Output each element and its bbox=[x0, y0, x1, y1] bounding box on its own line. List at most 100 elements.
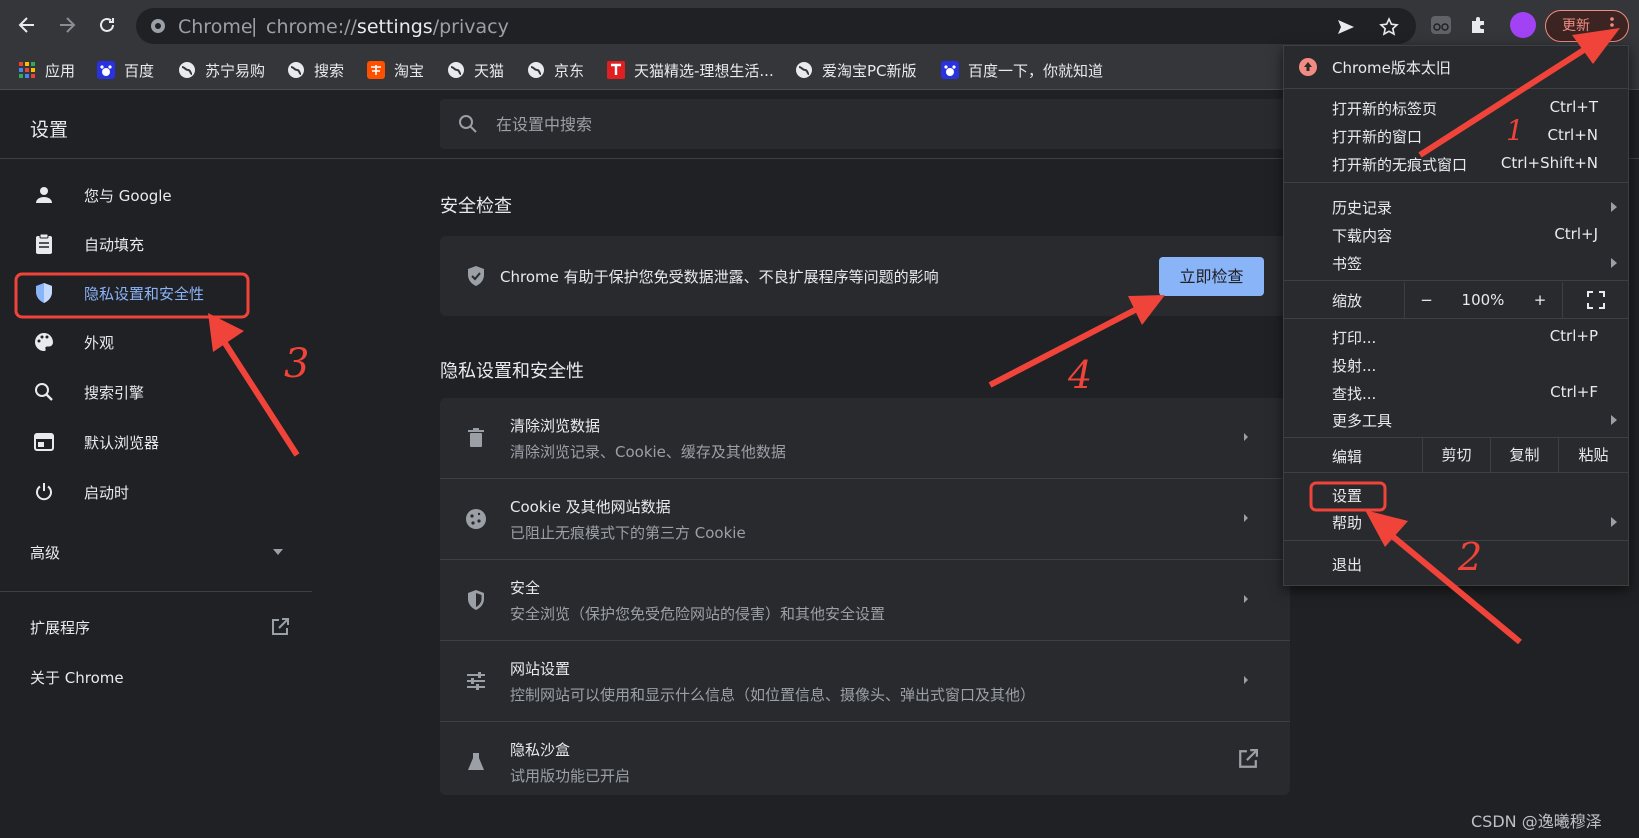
chrome-site-icon bbox=[151, 19, 165, 33]
bookmark-tmall[interactable]: 天猫 bbox=[447, 59, 504, 81]
menu-history[interactable]: 历史记录 bbox=[1284, 193, 1628, 221]
sidebar-advanced-toggle[interactable]: 高级 bbox=[0, 530, 290, 574]
privacy-row-privacy-sandbox[interactable]: 隐私沙盒 试用版功能已开启 bbox=[440, 722, 1290, 795]
sidebar-item-default-browser[interactable]: 默认浏览器 bbox=[16, 420, 306, 464]
page-title: 设置 bbox=[30, 119, 69, 141]
update-button[interactable]: 更新 bbox=[1545, 10, 1629, 42]
menu-new-incognito-window[interactable]: 打开新的无痕式窗口 Ctrl+Shift+N bbox=[1284, 150, 1628, 178]
annotation-arrow-4 bbox=[988, 307, 1137, 388]
menu-exit[interactable]: 退出 bbox=[1284, 550, 1628, 578]
reading-mode-icon[interactable] bbox=[1428, 12, 1454, 38]
menu-separator bbox=[1284, 318, 1628, 319]
menu-new-tab[interactable]: 打开新的标签页 Ctrl+T bbox=[1284, 94, 1628, 122]
shield-outline-icon bbox=[464, 588, 488, 612]
menu-find[interactable]: 查找... Ctrl+F bbox=[1284, 379, 1628, 407]
omnibox-origin: Chrome bbox=[178, 16, 253, 38]
sidebar-item-autofill[interactable]: 自动填充 bbox=[16, 222, 306, 266]
cookie-icon bbox=[464, 507, 488, 531]
cut-button[interactable]: 剪切 bbox=[1422, 438, 1490, 472]
back-button[interactable] bbox=[12, 10, 42, 40]
safety-check-description: Chrome 有助于保护您免受数据泄露、不良扩展程序等问题的影响 bbox=[500, 268, 939, 286]
sidebar-item-about-chrome[interactable]: 关于 Chrome bbox=[0, 655, 290, 699]
globe-icon bbox=[179, 62, 195, 78]
profile-avatar[interactable] bbox=[1510, 12, 1536, 38]
send-icon[interactable] bbox=[1336, 17, 1356, 37]
menu-cast[interactable]: 投射... bbox=[1284, 351, 1628, 379]
paste-button[interactable]: 粘贴 bbox=[1558, 438, 1628, 472]
privacy-card: 清除浏览数据 清除浏览记录、Cookie、缓存及其他数据 Cookie 及其他网… bbox=[440, 398, 1290, 795]
zoom-out-button[interactable]: − bbox=[1404, 282, 1448, 318]
search-icon bbox=[32, 380, 56, 404]
extensions-puzzle-icon[interactable] bbox=[1466, 12, 1492, 38]
submenu-arrow-icon bbox=[1611, 415, 1617, 425]
search-icon bbox=[459, 115, 477, 133]
safety-check-title: 安全检查 bbox=[440, 196, 512, 217]
chevron-right-icon bbox=[1244, 514, 1248, 522]
menu-bookmarks[interactable]: 书签 bbox=[1284, 249, 1628, 277]
more-vertical-icon[interactable] bbox=[1610, 17, 1614, 33]
search-input[interactable] bbox=[496, 112, 1096, 136]
baidu-icon bbox=[97, 61, 115, 79]
bookmark-baidu[interactable]: 百度 bbox=[97, 59, 154, 81]
chrome-main-menu: Chrome版本太旧 打开新的标签页 Ctrl+T 打开新的窗口 Ctrl+N 打开… bbox=[1283, 45, 1629, 586]
privacy-row-clear-browsing-data[interactable]: 清除浏览数据 清除浏览记录、Cookie、缓存及其他数据 bbox=[440, 398, 1290, 479]
menu-downloads[interactable]: 下载内容 Ctrl+J bbox=[1284, 221, 1628, 249]
clipboard-icon bbox=[32, 232, 56, 256]
sidebar-item-appearance[interactable]: 外观 bbox=[16, 320, 306, 364]
menu-update-notice[interactable]: Chrome版本太旧 bbox=[1284, 50, 1628, 84]
settings-search-box[interactable] bbox=[440, 99, 1290, 149]
submenu-arrow-icon bbox=[1611, 202, 1617, 212]
bookmark-suning[interactable]: 苏宁易购 bbox=[178, 59, 265, 81]
open-in-new-icon bbox=[1239, 749, 1258, 768]
sidebar-item-you-and-google[interactable]: 您与 Google bbox=[16, 173, 306, 217]
forward-button[interactable] bbox=[52, 10, 82, 40]
menu-help[interactable]: 帮助 bbox=[1284, 508, 1628, 536]
globe-icon bbox=[448, 62, 464, 78]
sidebar-divider bbox=[0, 591, 312, 592]
bookmark-baidu-search[interactable]: 百度一下，你就知道 bbox=[941, 59, 1103, 81]
person-icon bbox=[32, 183, 56, 207]
bookmark-aitaobao[interactable]: 爱淘宝PC新版 bbox=[795, 59, 917, 81]
bookmark-search[interactable]: 搜索 bbox=[287, 59, 344, 81]
reload-button[interactable] bbox=[92, 10, 122, 40]
menu-zoom-row: 缩放 − 100% + bbox=[1284, 282, 1628, 318]
privacy-row-site-settings[interactable]: 网站设置 控制网站可以使用和显示什么信息（如位置信息、摄像头、弹出式窗口及其他） bbox=[440, 641, 1290, 722]
sidebar-item-extensions[interactable]: 扩展程序 bbox=[0, 605, 290, 649]
menu-separator bbox=[1284, 472, 1628, 473]
menu-more-tools[interactable]: 更多工具 bbox=[1284, 406, 1628, 434]
chevron-right-icon bbox=[1244, 433, 1248, 441]
arrow-left-icon bbox=[18, 17, 34, 33]
copy-button[interactable]: 复制 bbox=[1490, 438, 1558, 472]
apps-grid-icon bbox=[19, 62, 35, 78]
sidebar-item-privacy-security[interactable]: 隐私设置和安全性 bbox=[16, 271, 306, 315]
check-now-button[interactable]: 立即检查 bbox=[1159, 257, 1264, 296]
address-bar[interactable]: Chrome | chrome://settings/privacy bbox=[136, 8, 1416, 44]
bookmark-taobao[interactable]: 淘宝 bbox=[367, 59, 424, 81]
caret-down-icon bbox=[273, 549, 283, 555]
omnibox-url: chrome://settings/privacy bbox=[266, 16, 509, 38]
power-icon bbox=[32, 480, 56, 504]
sidebar-item-search-engine[interactable]: 搜索引擎 bbox=[16, 370, 306, 414]
menu-print[interactable]: 打印... Ctrl+P bbox=[1284, 323, 1628, 351]
menu-separator bbox=[1284, 540, 1628, 541]
menu-settings[interactable]: 设置 bbox=[1284, 481, 1628, 509]
browser-icon bbox=[32, 430, 56, 454]
sidebar-item-on-startup[interactable]: 启动时 bbox=[16, 470, 306, 514]
submenu-arrow-icon bbox=[1611, 258, 1617, 268]
menu-new-window[interactable]: 打开新的窗口 Ctrl+N bbox=[1284, 122, 1628, 150]
annotation-number-4: 4 bbox=[1067, 353, 1092, 397]
bookmark-jd[interactable]: 京东 bbox=[527, 59, 584, 81]
menu-edit-row: 编辑 剪切 复制 粘贴 bbox=[1284, 438, 1628, 472]
privacy-row-security[interactable]: 安全 安全浏览（保护您免受危险网站的侵害）和其他安全设置 bbox=[440, 560, 1290, 641]
safety-check-card: Chrome 有助于保护您免受数据泄露、不良扩展程序等问题的影响 立即检查 bbox=[440, 236, 1290, 316]
bookmark-apps[interactable]: 应用 bbox=[18, 59, 75, 81]
privacy-row-cookies[interactable]: Cookie 及其他网站数据 已阻止无痕模式下的第三方 Cookie bbox=[440, 479, 1290, 560]
zoom-in-button[interactable]: + bbox=[1518, 282, 1562, 318]
bookmark-tmall-select[interactable]: 天猫精选-理想生活... bbox=[607, 59, 774, 81]
shield-icon bbox=[32, 281, 56, 305]
star-icon[interactable] bbox=[1379, 17, 1399, 37]
omnibox-separator: | bbox=[251, 15, 258, 37]
palette-icon bbox=[32, 330, 56, 354]
arrow-right-icon bbox=[60, 17, 76, 33]
fullscreen-button[interactable] bbox=[1562, 282, 1628, 318]
